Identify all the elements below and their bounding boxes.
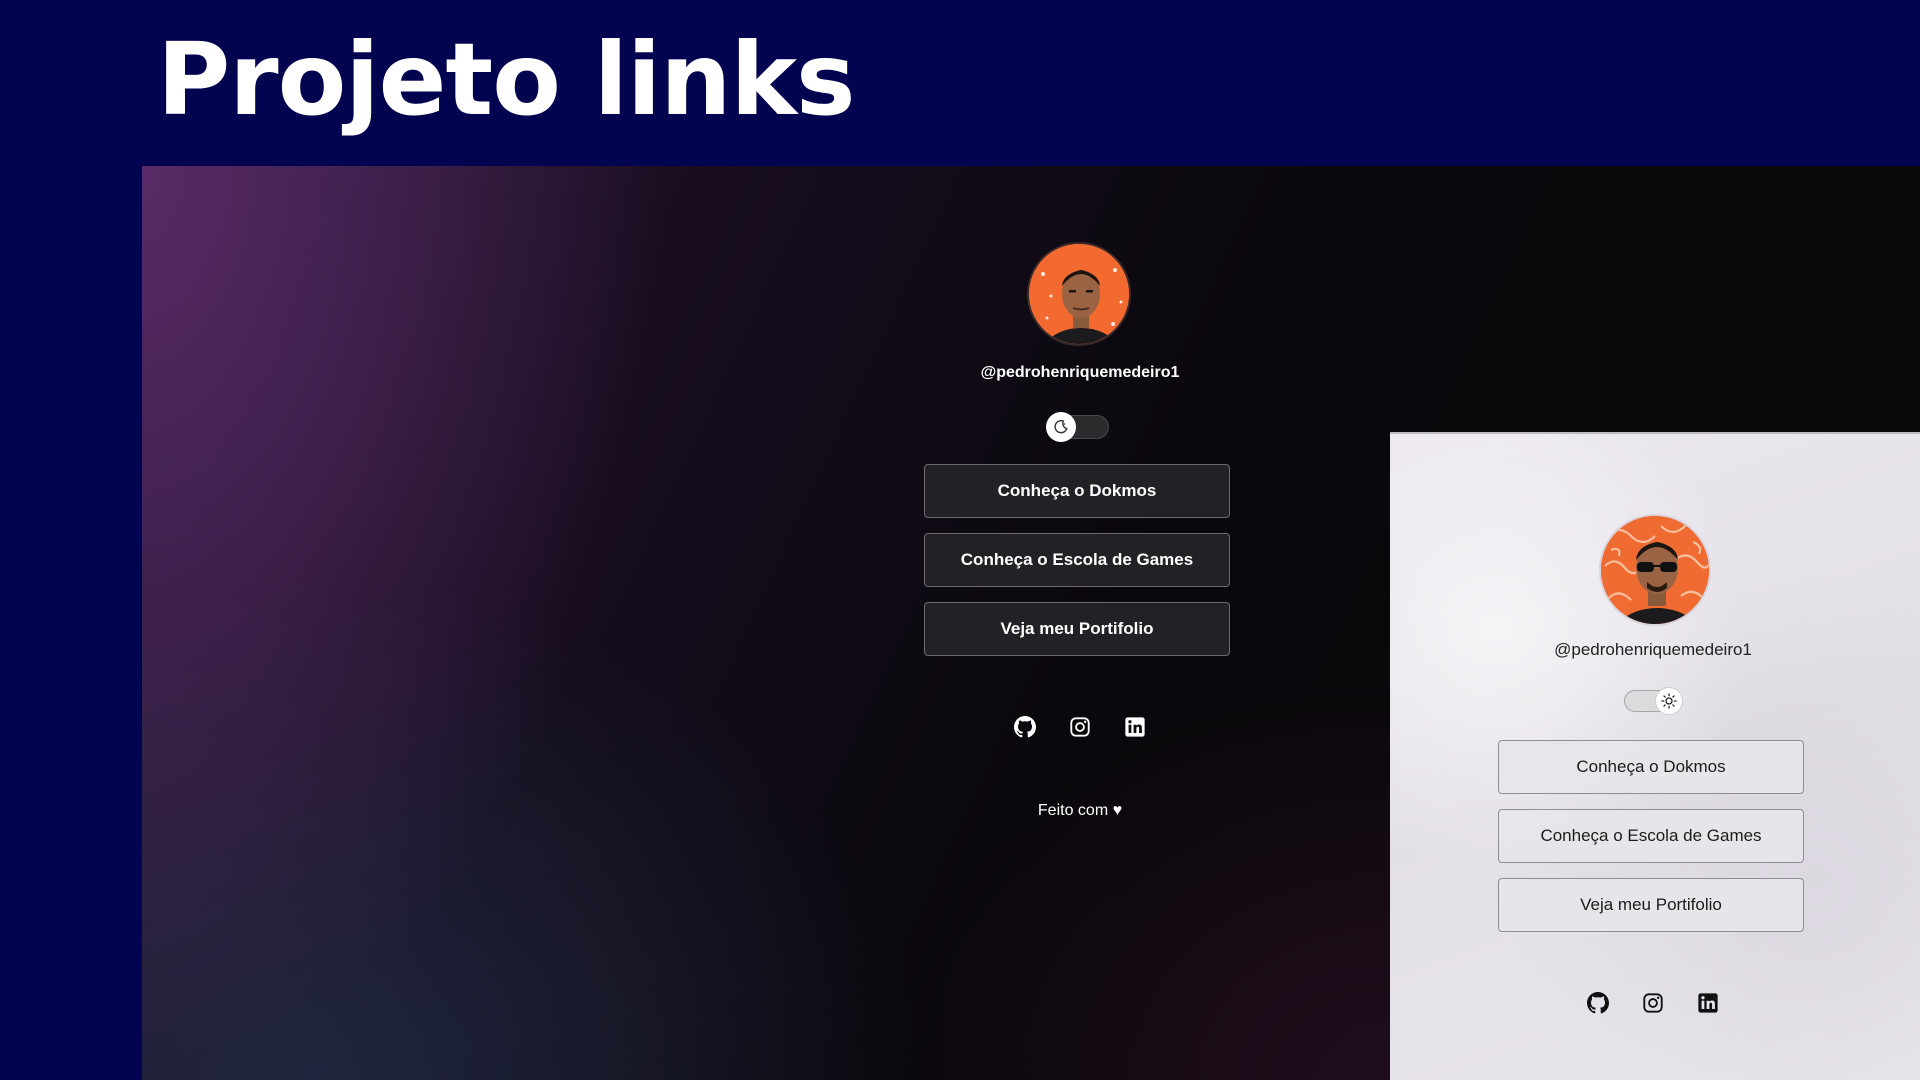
social-links: [924, 716, 1236, 738]
presentation-slide: Projeto links @pedrohenriquemedeiro1 Con…: [0, 0, 1920, 1080]
instagram-icon[interactable]: [1642, 992, 1664, 1014]
footer-text: Feito com ♥: [1037, 802, 1123, 819]
link-button-escola-de-games[interactable]: Conheça o Escola de Games: [1498, 809, 1804, 863]
github-icon[interactable]: [1014, 716, 1036, 738]
social-links: [1498, 992, 1808, 1014]
username: @pedrohenriquemedeiro1: [1554, 640, 1752, 659]
slide-title: Projeto links: [157, 21, 855, 138]
link-button-portifolio[interactable]: Veja meu Portifolio: [924, 602, 1230, 656]
moon-icon: [1046, 412, 1076, 442]
dark-links-page: @pedrohenriquemedeiro1 Conheça o Dokmos …: [924, 166, 1236, 1080]
link-button-dokmos[interactable]: Conheça o Dokmos: [924, 464, 1230, 518]
avatar: [1027, 242, 1131, 346]
sun-icon: [1655, 687, 1683, 715]
linkedin-icon[interactable]: [1697, 992, 1719, 1014]
username: @pedrohenriquemedeiro1: [980, 364, 1180, 381]
link-button-escola-de-games[interactable]: Conheça o Escola de Games: [924, 533, 1230, 587]
avatar: [1599, 514, 1711, 626]
theme-toggle[interactable]: [1046, 412, 1109, 442]
theme-toggle[interactable]: [1624, 687, 1683, 715]
instagram-icon[interactable]: [1069, 716, 1091, 738]
link-button-dokmos[interactable]: Conheça o Dokmos: [1498, 740, 1804, 794]
light-mode-screenshot: @pedrohenriquemedeiro1 Conheça o Dokmos: [1390, 432, 1920, 1080]
light-links-page: @pedrohenriquemedeiro1 Conheça o Dokmos: [1498, 434, 1808, 1080]
link-button-portifolio[interactable]: Veja meu Portifolio: [1498, 878, 1804, 932]
github-icon[interactable]: [1587, 992, 1609, 1014]
linkedin-icon[interactable]: [1124, 716, 1146, 738]
